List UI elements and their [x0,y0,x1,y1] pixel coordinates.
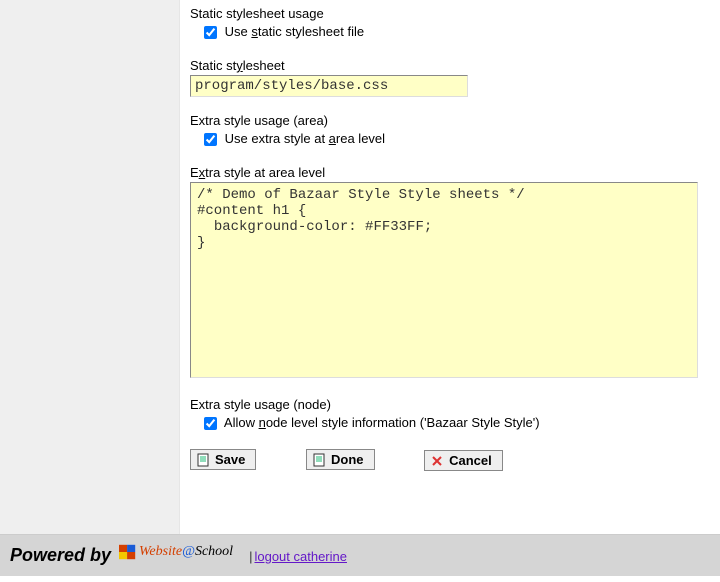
use-extra-area-checkbox[interactable] [204,133,217,146]
done-button[interactable]: Done [306,449,375,470]
extra-style-area-group: Extra style at area level [190,165,708,381]
group-title: Static stylesheet usage [190,6,708,21]
allow-node-style-label: Allow node level style information ('Baz… [224,415,540,430]
group-title: Static stylesheet [190,58,708,73]
cancel-button[interactable]: Cancel [424,450,503,471]
cancel-icon [431,455,443,467]
static-stylesheet-input[interactable] [190,75,468,97]
button-label: Cancel [449,453,492,468]
document-icon [197,453,209,467]
static-stylesheet-usage-group: Static stylesheet usage Use static style… [190,6,708,42]
save-button[interactable]: Save [190,449,256,470]
group-title: Extra style usage (node) [190,397,708,412]
button-label: Done [331,452,364,467]
sidebar [0,0,180,534]
group-title: Extra style usage (area) [190,113,708,128]
logout-link[interactable]: logout catherine [254,549,347,564]
extra-style-area-usage-group: Extra style usage (area) Use extra style… [190,113,708,149]
puzzle-icon [117,543,139,561]
use-static-stylesheet-checkbox[interactable] [204,26,217,39]
use-extra-area-label: Use extra style at area level [225,131,385,146]
use-static-stylesheet-label: Use static stylesheet file [225,24,364,39]
main-content: Static stylesheet usage Use static style… [180,0,720,534]
static-stylesheet-group: Static stylesheet [190,58,708,97]
group-title: Extra style at area level [190,165,708,180]
button-row: Save Done Cancel [190,449,708,471]
websiteatschool-logo: Website@School [117,543,233,561]
footer: Powered by Website@School | logout cathe… [0,534,720,576]
extra-style-area-textarea[interactable] [190,182,698,378]
document-icon [313,453,325,467]
allow-node-style-checkbox[interactable] [204,417,217,430]
powered-by-label: Powered by [10,545,111,566]
separator: | [249,549,252,564]
extra-style-node-usage-group: Extra style usage (node) Allow node leve… [190,397,708,433]
button-label: Save [215,452,245,467]
